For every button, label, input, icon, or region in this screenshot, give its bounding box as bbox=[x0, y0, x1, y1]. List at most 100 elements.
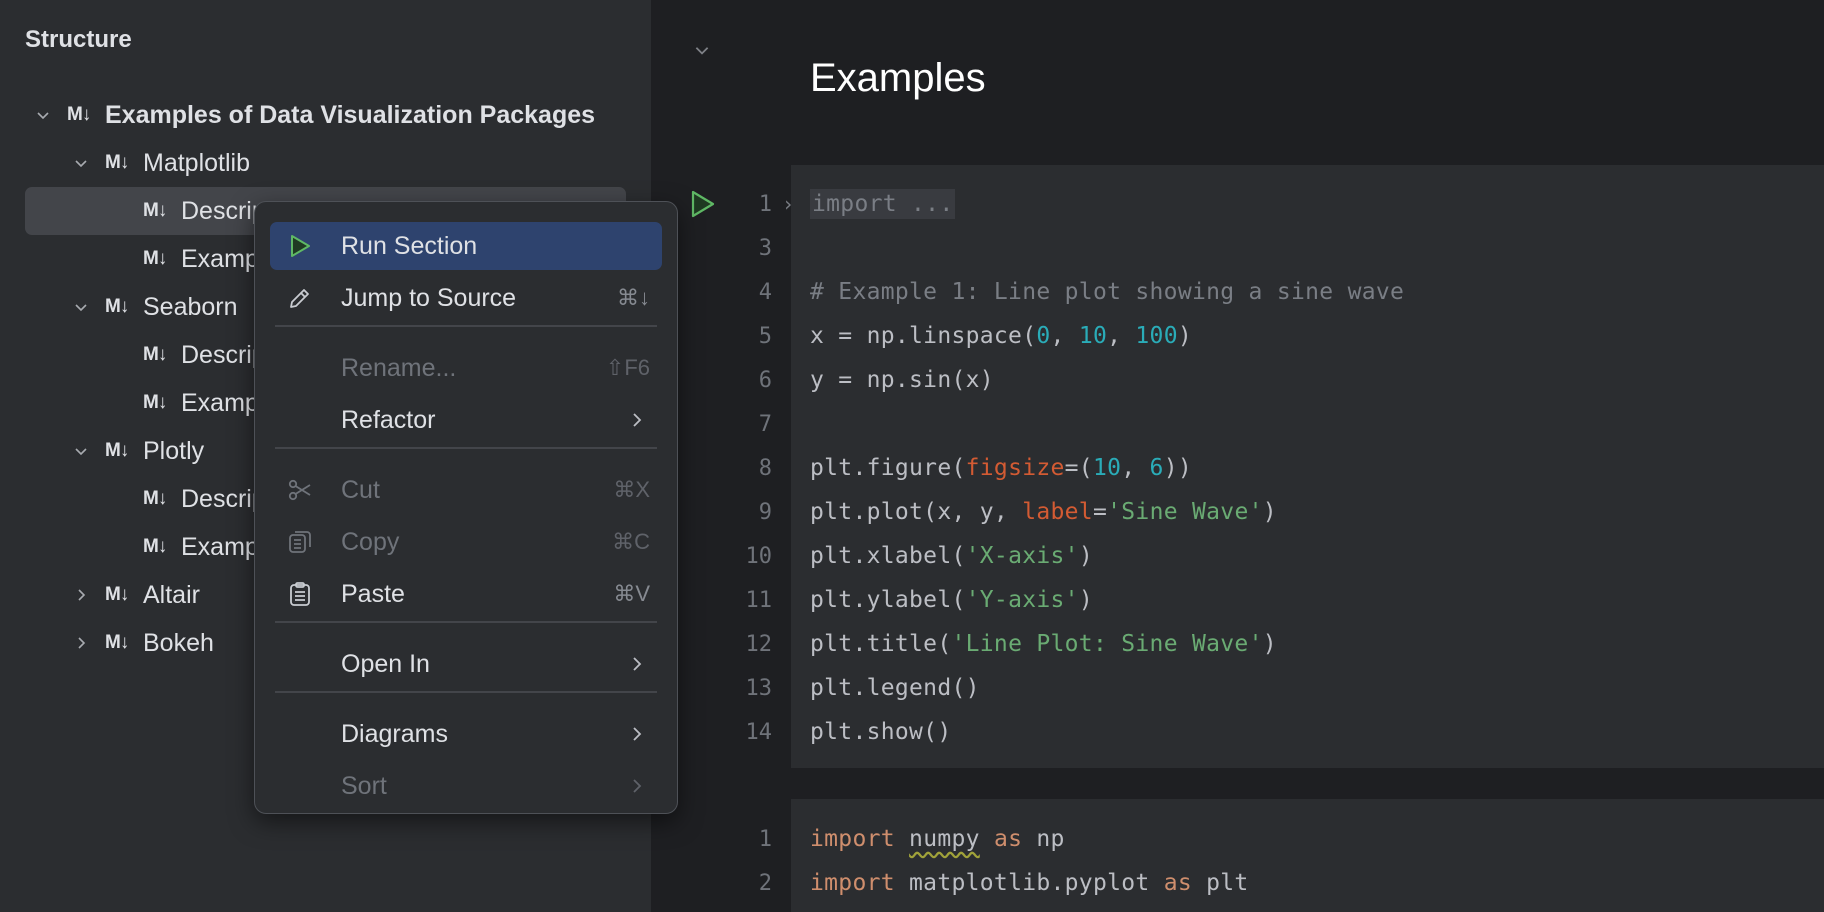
menu-item-label: Open In bbox=[341, 649, 430, 678]
line-number: 5 bbox=[758, 323, 772, 349]
menu-item-open-in[interactable]: Open In bbox=[270, 640, 662, 688]
menu-item-shortcut: ⇧F6 bbox=[605, 355, 650, 380]
code-token: plt bbox=[1191, 870, 1249, 896]
line-number: 9 bbox=[758, 499, 772, 525]
code-token: matplotlib.pyplot bbox=[894, 870, 1164, 896]
tree-item[interactable]: M↓ Matplotlib bbox=[0, 139, 651, 187]
code-token: plt.title( bbox=[810, 631, 952, 657]
code-token: np bbox=[1022, 826, 1065, 852]
code-token-num: 10 bbox=[1092, 455, 1122, 481]
panel-title: Structure bbox=[25, 26, 132, 53]
context-menu: Run Section Jump to Source ⌘↓ Rename... ⇧F6 R… bbox=[254, 201, 678, 814]
code-token: ) bbox=[1078, 543, 1093, 569]
menu-item-jump-to-source[interactable]: Jump to Source ⌘↓ bbox=[270, 274, 662, 322]
code-token-kw: import bbox=[810, 826, 895, 852]
code-text: import ... bbox=[810, 189, 956, 219]
code-token-str: 'X-axis' bbox=[965, 543, 1079, 569]
menu-item-label: Paste bbox=[341, 579, 405, 608]
chevron-right-icon bbox=[630, 655, 644, 673]
code-line[interactable]: 1 import numpy as np bbox=[0, 817, 1824, 861]
line-number: 13 bbox=[745, 675, 773, 701]
code-token: ) bbox=[1262, 499, 1277, 525]
code-token-num: 10 bbox=[1078, 323, 1108, 349]
code-token: plt.show() bbox=[810, 719, 952, 745]
menu-item-run-section[interactable]: Run Section bbox=[270, 222, 662, 270]
menu-separator bbox=[275, 447, 657, 449]
code-token: , bbox=[1121, 455, 1150, 481]
chevron-right-icon bbox=[630, 777, 644, 795]
code-token: = bbox=[1092, 499, 1108, 525]
code-token-param: figsize bbox=[965, 455, 1065, 481]
menu-separator bbox=[275, 621, 657, 623]
code-token: ) bbox=[1078, 587, 1093, 613]
line-number: 3 bbox=[758, 235, 772, 261]
code-text: import numpy as np bbox=[810, 826, 1065, 852]
code-token: , bbox=[1107, 323, 1136, 349]
code-text: plt.ylabel('Y-axis') bbox=[810, 587, 1093, 613]
code-text: plt.legend() bbox=[810, 675, 980, 701]
line-number: 14 bbox=[745, 719, 773, 745]
menu-item-cut: Cut ⌘X bbox=[270, 466, 662, 514]
code-token-comment: # Example 1: Line plot showing a sine wa… bbox=[810, 279, 1405, 305]
code-token: plt.legend() bbox=[810, 675, 980, 701]
fold-expand-icon[interactable]: › bbox=[782, 192, 794, 216]
code-token: ) bbox=[1262, 631, 1277, 657]
menu-item-paste[interactable]: Paste ⌘V bbox=[270, 570, 662, 618]
menu-separator bbox=[275, 691, 657, 693]
fold-chevron-icon[interactable] bbox=[693, 41, 713, 61]
menu-item-label: Refactor bbox=[341, 405, 436, 434]
menu-item-copy: Copy ⌘C bbox=[270, 518, 662, 566]
line-number: 1 bbox=[758, 191, 772, 217]
copy-icon bbox=[287, 529, 313, 555]
menu-item-label: Rename... bbox=[341, 353, 457, 382]
code-token-kw: import bbox=[810, 870, 895, 896]
menu-item-label: Jump to Source bbox=[341, 283, 517, 312]
code-text: plt.xlabel('X-axis') bbox=[810, 543, 1093, 569]
code-token: plt.ylabel( bbox=[810, 587, 966, 613]
menu-item-shortcut: ⌘X bbox=[613, 477, 650, 502]
code-token-kw: as bbox=[993, 826, 1023, 852]
code-token: plt.plot(x, y, bbox=[810, 499, 1023, 525]
code-text: plt.title('Line Plot: Sine Wave') bbox=[810, 631, 1277, 657]
menu-item-shortcut: ⌘V bbox=[613, 581, 650, 606]
code-line[interactable]: 2 import matplotlib.pyplot as plt bbox=[0, 861, 1824, 905]
tree-item[interactable]: M↓ Examples of Data Visualization Package… bbox=[0, 91, 651, 139]
code-token-kw: as bbox=[1163, 870, 1192, 896]
code-token-str: 'Line Plot: Sine Wave' bbox=[951, 631, 1263, 657]
chevron-down-icon[interactable] bbox=[33, 105, 53, 125]
line-number: 12 bbox=[745, 631, 773, 657]
menu-item-label: Run Section bbox=[341, 231, 478, 260]
code-token: , bbox=[1050, 323, 1079, 349]
code-token: =( bbox=[1064, 455, 1093, 481]
code-token-folded[interactable]: import ... bbox=[810, 189, 956, 219]
menu-item-refactor[interactable]: Refactor bbox=[270, 396, 662, 444]
code-text: x = np.linspace(0, 10, 100) bbox=[810, 323, 1192, 349]
markdown-heading: Examples bbox=[810, 56, 986, 100]
pencil-icon bbox=[287, 285, 313, 311]
code-text: plt.plot(x, y, label='Sine Wave') bbox=[810, 499, 1277, 525]
code-text: plt.figure(figsize=(10, 6)) bbox=[810, 455, 1192, 481]
code-token: y = np.sin(x) bbox=[810, 367, 994, 393]
menu-item-shortcut: ⌘↓ bbox=[617, 285, 650, 310]
line-number: 2 bbox=[758, 870, 772, 896]
menu-item-shortcut: ⌘C bbox=[612, 529, 650, 554]
menu-item-rename: Rename... ⇧F6 bbox=[270, 344, 662, 392]
menu-separator bbox=[275, 325, 657, 327]
line-number: 11 bbox=[745, 587, 773, 613]
code-text: plt.show() bbox=[810, 719, 951, 745]
code-token-squiggle: numpy bbox=[909, 826, 980, 852]
line-number: 7 bbox=[758, 411, 772, 437]
menu-item-label: Sort bbox=[341, 771, 387, 800]
code-text: import matplotlib.pyplot as plt bbox=[810, 870, 1249, 896]
menu-item-diagrams[interactable]: Diagrams bbox=[270, 710, 662, 758]
scissors-icon bbox=[287, 477, 313, 503]
run-icon bbox=[287, 233, 313, 259]
markdown-icon: M↓ bbox=[105, 152, 129, 173]
menu-item-label: Copy bbox=[341, 527, 400, 556]
line-number: 10 bbox=[745, 543, 773, 569]
code-token-num: 100 bbox=[1135, 323, 1178, 349]
line-number: 6 bbox=[758, 367, 772, 393]
chevron-down-icon[interactable] bbox=[71, 153, 91, 173]
